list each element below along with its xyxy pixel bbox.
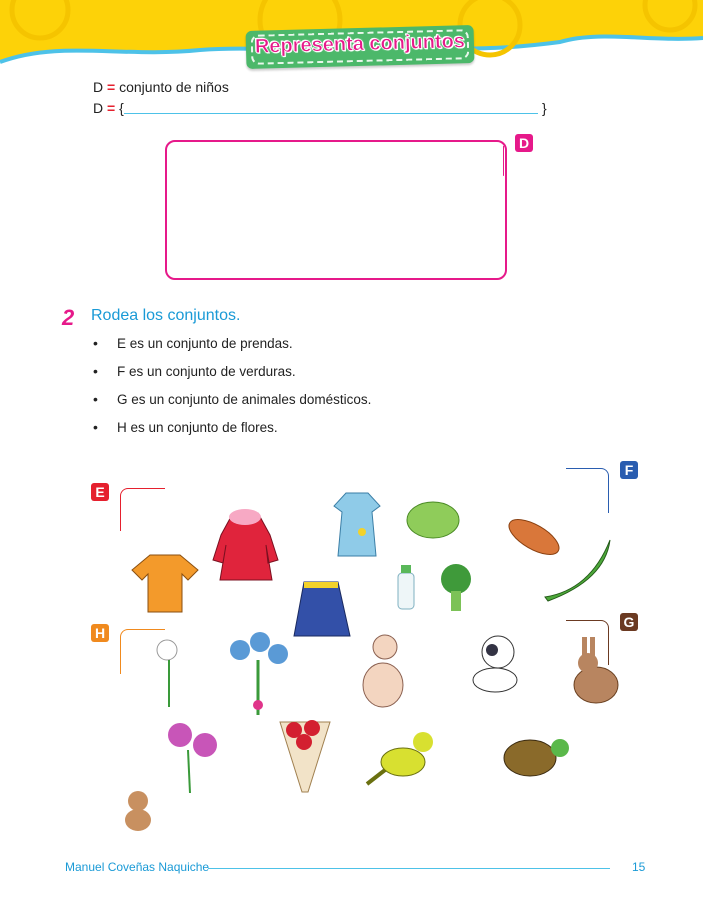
bracket-f <box>566 468 609 513</box>
lettuce-image[interactable] <box>405 498 461 540</box>
answer-line-d[interactable] <box>124 113 538 114</box>
instruction-item: G es un conjunto de animales domésticos. <box>117 392 372 407</box>
set-d-drawing-box[interactable] <box>165 140 507 280</box>
equals-sign: = <box>107 100 116 116</box>
set-d-definition: D = conjunto de niños <box>93 79 229 95</box>
milk-bottle-image[interactable] <box>395 563 417 611</box>
bracket-e <box>120 488 165 531</box>
tag-d: D <box>515 134 533 152</box>
rabbit-image[interactable] <box>568 635 623 705</box>
instruction-item: E es un conjunto de prendas. <box>117 336 293 351</box>
page-number: 15 <box>632 860 646 874</box>
broccoli-image[interactable] <box>432 563 480 613</box>
chihuahua-image[interactable] <box>460 630 535 700</box>
bullet: • <box>93 363 98 379</box>
title-badge: Representa conjuntos <box>245 25 475 69</box>
brace-close: } <box>542 100 547 116</box>
pea-pod-image[interactable] <box>540 535 615 605</box>
bullet: • <box>93 335 98 351</box>
set-label: D <box>93 100 104 116</box>
bullet: • <box>93 419 98 435</box>
set-label: D <box>93 79 104 95</box>
tag-e: E <box>91 483 109 501</box>
canary-image[interactable] <box>365 722 445 792</box>
exercise-title: Rodea los conjuntos. <box>91 307 241 324</box>
white-lily-image[interactable] <box>145 635 195 710</box>
equals-sign: = <box>107 79 116 95</box>
set-d-extension: D = { <box>93 100 124 116</box>
workbook-page: Representa conjuntos D = conjunto de niñ… <box>0 0 703 900</box>
bullet: • <box>93 391 98 407</box>
turtle-image[interactable] <box>498 730 573 785</box>
instruction-item: H es un conjunto de flores. <box>117 420 278 435</box>
footer-divider <box>208 868 610 869</box>
blue-skirt-image[interactable] <box>292 578 352 640</box>
instruction-item: F es un conjunto de verduras. <box>117 364 296 379</box>
teddy-bear-image[interactable] <box>118 787 158 832</box>
blue-dress-image[interactable] <box>332 490 382 560</box>
orange-shirt-image[interactable] <box>130 550 200 615</box>
footer-author: Manuel Coveñas Naquiche <box>65 860 210 874</box>
red-rose-bouquet-image[interactable] <box>272 712 337 802</box>
exercise-number: 2 <box>62 305 75 330</box>
tag-h: H <box>91 624 109 642</box>
pink-flowers-image[interactable] <box>160 715 225 795</box>
set-description: conjunto de niños <box>119 79 229 95</box>
tag-g: G <box>620 613 638 631</box>
blue-carnation-bouquet-image[interactable] <box>220 630 295 725</box>
tag-f: F <box>620 461 638 479</box>
cat-image[interactable] <box>355 625 410 710</box>
connector <box>503 139 514 177</box>
red-coat-image[interactable] <box>208 505 283 585</box>
